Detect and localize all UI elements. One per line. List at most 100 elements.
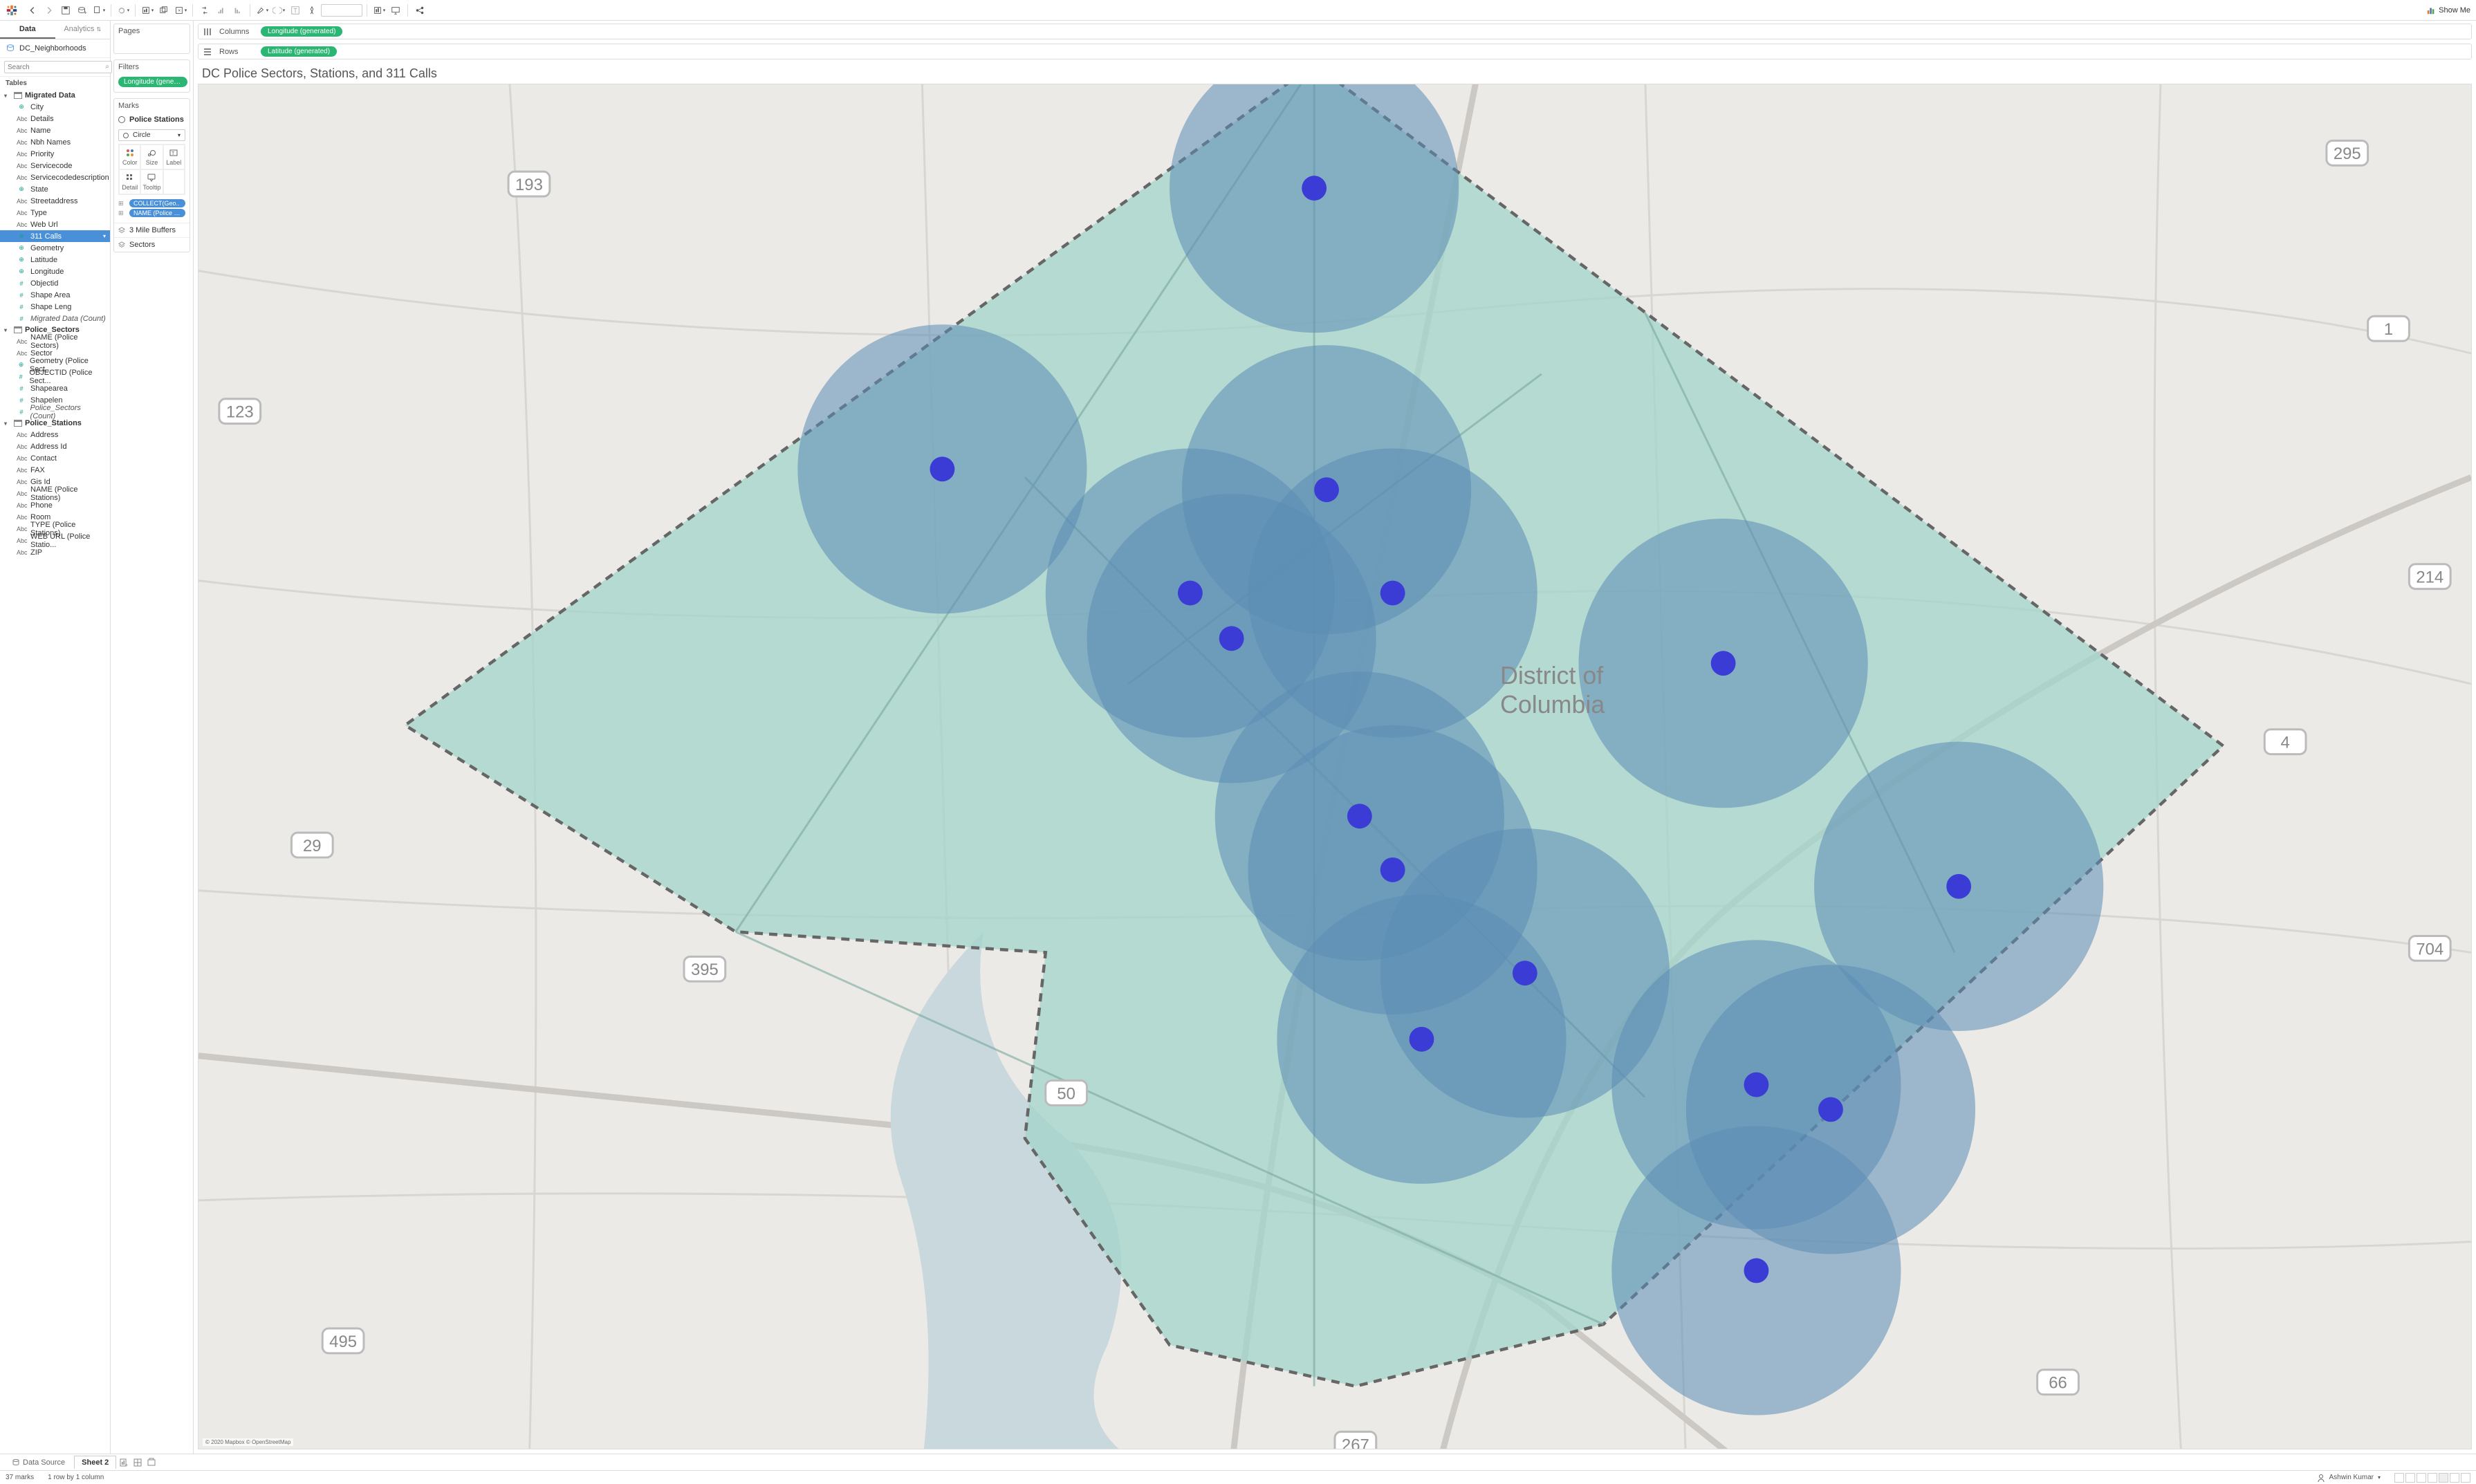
marks-layer-active[interactable]: Police Stations (114, 113, 190, 127)
clear-dropdown[interactable]: ×▾ (173, 3, 188, 18)
columns-shelf[interactable]: Columns Longitude (generated) (198, 24, 2472, 39)
field-item[interactable]: AbcServicecodedescription (0, 171, 110, 183)
new-data-button[interactable]: + (75, 3, 90, 18)
field-item[interactable]: ⊕311 Calls▾ (0, 230, 110, 242)
field-item[interactable]: AbcName (0, 124, 110, 136)
sort-desc-button[interactable] (230, 3, 246, 18)
station-point[interactable] (1513, 961, 1537, 985)
field-item[interactable]: AbcAddress (0, 429, 110, 440)
tab-analytics[interactable]: Analytics ⇅ (55, 21, 111, 39)
duplicate-button[interactable] (156, 3, 172, 18)
new-dashboard-button[interactable] (131, 1456, 144, 1469)
field-item[interactable]: #Objectid (0, 277, 110, 289)
tab-data[interactable]: Data (0, 21, 55, 39)
marks-tooltip[interactable]: Tooltip (140, 169, 163, 194)
station-point[interactable] (1711, 651, 1736, 676)
field-item[interactable]: AbcStreetaddress (0, 195, 110, 207)
field-item[interactable]: ⊕Latitude (0, 254, 110, 266)
station-point[interactable] (1946, 874, 1971, 899)
nav-next-button[interactable] (2417, 1473, 2426, 1483)
swap-button[interactable] (197, 3, 212, 18)
marks-pill-collect[interactable]: COLLECT(Geo.. (129, 199, 185, 207)
map-visualization[interactable]: District ofColumbia 12329395501295214704… (198, 84, 2471, 1449)
field-search-input[interactable] (4, 61, 112, 73)
columns-pill[interactable]: Longitude (generated) (261, 26, 342, 37)
tab-sheet-2[interactable]: Sheet 2 (74, 1456, 116, 1469)
field-item[interactable]: AbcWeb Url (0, 219, 110, 230)
station-point[interactable] (1380, 857, 1405, 882)
fit-dropdown[interactable]: ▾ (371, 3, 387, 18)
marks-layer-sectors[interactable]: Sectors (114, 237, 190, 252)
tab-data-source[interactable]: Data Source (4, 1456, 73, 1469)
show-me-button[interactable]: Show Me (2426, 6, 2470, 15)
station-point[interactable] (1818, 1097, 1843, 1122)
field-item[interactable]: AbcPriority (0, 148, 110, 160)
field-item[interactable]: #Police_Sectors (Count) (0, 406, 110, 418)
marks-color[interactable]: Color (119, 145, 140, 169)
field-item[interactable]: ⊕Longitude (0, 266, 110, 277)
view-sort-button[interactable] (2461, 1473, 2470, 1483)
mark-type-dropdown[interactable]: Circle ▾ (118, 129, 185, 141)
field-item[interactable]: AbcServicecode (0, 160, 110, 171)
worksheet-dropdown[interactable]: ▾ (140, 3, 155, 18)
field-item[interactable]: #Shape Leng (0, 301, 110, 313)
pages-shelf[interactable]: Pages (113, 24, 190, 54)
field-item[interactable]: AbcType (0, 207, 110, 219)
station-point[interactable] (1744, 1258, 1768, 1283)
station-point[interactable] (1380, 581, 1405, 606)
station-point[interactable] (1314, 477, 1339, 502)
toolbar-search[interactable] (321, 4, 362, 17)
field-item[interactable]: ⊕City (0, 101, 110, 113)
refresh-dropdown[interactable]: ▾ (116, 3, 131, 18)
highlight-dropdown[interactable]: ▾ (255, 3, 270, 18)
field-item[interactable]: ⊕Geometry (0, 242, 110, 254)
field-item[interactable]: AbcContact (0, 452, 110, 464)
field-item[interactable]: AbcWEB URL (Police Statio... (0, 535, 110, 546)
field-item[interactable]: AbcFAX (0, 464, 110, 476)
station-point[interactable] (1219, 626, 1244, 651)
filter-pill[interactable]: Longitude (generated) (118, 77, 187, 87)
field-item[interactable]: #Shape Area (0, 289, 110, 301)
station-point[interactable] (1302, 176, 1327, 201)
view-tabs-button[interactable] (2439, 1473, 2448, 1483)
view-filmstrip-button[interactable] (2450, 1473, 2459, 1483)
new-worksheet-button[interactable]: + (118, 1456, 130, 1469)
station-point[interactable] (1410, 1027, 1434, 1052)
sort-asc-button[interactable] (214, 3, 229, 18)
station-point[interactable] (1347, 804, 1372, 828)
explain-button[interactable] (304, 3, 320, 18)
marks-detail[interactable]: Detail (119, 169, 140, 194)
field-item[interactable]: ⊕State (0, 183, 110, 195)
user-menu[interactable]: Ashwin Kumar ▾ (2317, 1474, 2381, 1482)
marks-size[interactable]: Size (140, 145, 163, 169)
rows-pill[interactable]: Latitude (generated) (261, 46, 337, 57)
field-item[interactable]: AbcNAME (Police Sectors) (0, 335, 110, 347)
station-point[interactable] (1744, 1073, 1768, 1097)
field-item[interactable]: #Migrated Data (Count) (0, 313, 110, 324)
station-point[interactable] (930, 456, 954, 481)
share-button[interactable] (412, 3, 427, 18)
data-source-item[interactable]: DC_Neighborhoods (0, 39, 110, 57)
viz-title[interactable]: DC Police Sectors, Stations, and 311 Cal… (194, 61, 2476, 84)
rows-shelf[interactable]: Rows Latitude (generated) (198, 44, 2472, 59)
marks-label[interactable]: TLabel (163, 145, 185, 169)
back-button[interactable] (25, 3, 40, 18)
viz-area[interactable]: District ofColumbia 12329395501295214704… (198, 84, 2472, 1449)
field-item[interactable]: AbcNAME (Police Stations) (0, 488, 110, 499)
new-story-button[interactable] (145, 1456, 158, 1469)
field-item[interactable]: AbcNbh Names (0, 136, 110, 148)
nav-first-button[interactable] (2394, 1473, 2404, 1483)
new-sheet-dropdown[interactable]: ▾ (91, 3, 107, 18)
marks-layer-buffers[interactable]: 3 Mile Buffers (114, 223, 190, 237)
station-point[interactable] (1178, 581, 1203, 606)
text-button[interactable]: T (288, 3, 303, 18)
marks-pill-name[interactable]: NAME (Police S.. (129, 209, 185, 217)
filters-shelf[interactable]: Filters Longitude (generated) (113, 59, 190, 93)
forward-button[interactable] (41, 3, 57, 18)
nav-last-button[interactable] (2428, 1473, 2437, 1483)
save-button[interactable] (58, 3, 73, 18)
nav-prev-button[interactable] (2405, 1473, 2415, 1483)
field-item[interactable]: AbcAddress Id (0, 440, 110, 452)
field-item[interactable]: #OBJECTID (Police Sect... (0, 371, 110, 382)
field-item[interactable]: AbcDetails (0, 113, 110, 124)
